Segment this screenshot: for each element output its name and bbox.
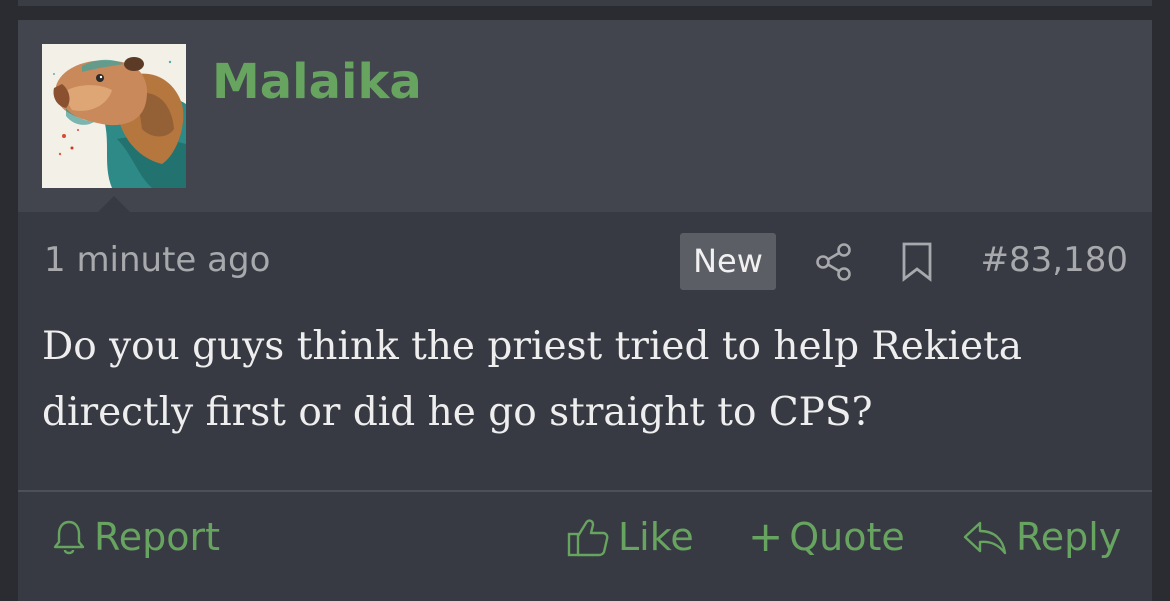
- header-pointer: [98, 196, 130, 212]
- reply-arrow-icon: [963, 521, 1007, 555]
- new-badge: New: [680, 233, 776, 290]
- quote-button[interactable]: + Quote: [748, 512, 905, 562]
- capybara-avatar-image: [42, 44, 186, 188]
- page: Malaika 1 minute ago New #83,180 Do you …: [0, 0, 1170, 601]
- share-icon[interactable]: [814, 242, 854, 282]
- user-header: Malaika: [18, 20, 1152, 212]
- plus-icon: +: [748, 512, 784, 561]
- reply-label: Reply: [1016, 515, 1122, 559]
- forum-post: Malaika 1 minute ago New #83,180 Do you …: [18, 20, 1152, 601]
- post-message: Do you guys think the priest tried to he…: [42, 324, 1022, 435]
- bookmark-icon[interactable]: [900, 241, 934, 283]
- reply-button[interactable]: Reply: [962, 512, 1121, 562]
- post-timestamp[interactable]: 1 minute ago: [44, 240, 270, 280]
- report-label: Report: [94, 515, 220, 559]
- report-button[interactable]: Report: [52, 512, 220, 562]
- previous-post-edge: [18, 0, 1152, 6]
- post-number-link[interactable]: #83,180: [981, 240, 1128, 280]
- avatar[interactable]: [42, 44, 186, 188]
- like-button[interactable]: Like: [566, 512, 694, 562]
- footer-divider: [18, 490, 1152, 492]
- thumbs-up-icon: [567, 519, 609, 557]
- like-label: Like: [618, 515, 694, 559]
- quote-label: Quote: [789, 515, 905, 559]
- username[interactable]: Malaika: [212, 54, 422, 110]
- bell-icon: [53, 520, 85, 555]
